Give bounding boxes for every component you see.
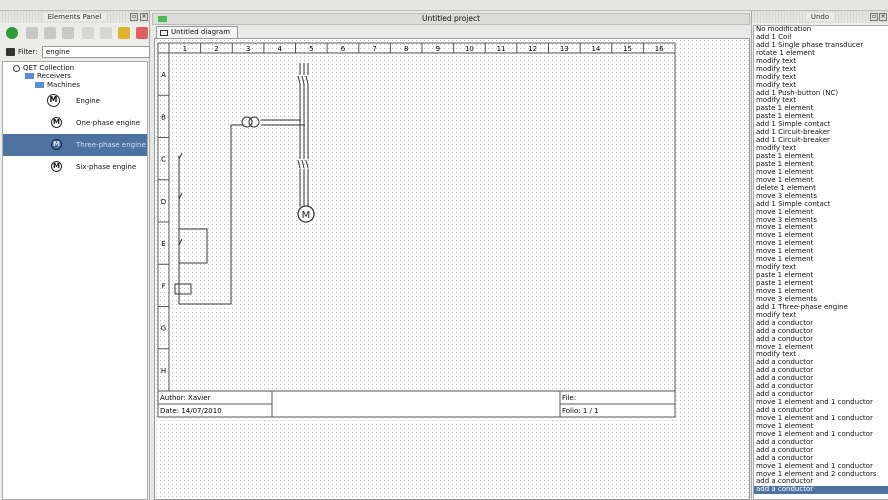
row-header: B [161, 113, 166, 121]
undo-list[interactable]: No modification add 1 Coil add 1 Single ph… [753, 25, 888, 500]
column-header: 4 [277, 45, 282, 53]
workspace: Untitled project Untitled diagram [*] 12… [152, 11, 750, 500]
engine-icon: M [47, 94, 60, 107]
filter-clear-icon[interactable] [6, 48, 15, 56]
six-phase-engine-icon: M [51, 161, 62, 172]
project-icon [158, 16, 167, 22]
column-header: 13 [560, 45, 569, 53]
undo-item[interactable]: add a conductor [754, 485, 888, 495]
column-header: 15 [623, 45, 632, 53]
file-field: File: [562, 394, 576, 402]
edit-element-icon[interactable] [118, 27, 130, 39]
undo-panel-header: Undo [752, 11, 888, 23]
tree-item-engine[interactable]: M Engine [3, 90, 147, 112]
column-header: 3 [246, 45, 250, 53]
motor-label: M [302, 210, 311, 221]
three-phase-engine-icon: M [51, 139, 62, 150]
import-element-icon[interactable] [100, 27, 112, 39]
column-header: 7 [372, 45, 376, 53]
diagram-canvas[interactable]: 1 2 3 4 5 6 7 8 9 10 11 12 13 14 15 16 A B C D E F G H M Author… [154, 38, 750, 500]
row-header: C [161, 156, 166, 164]
one-phase-engine-icon: M [51, 117, 62, 128]
author-field: Author: Xavier [160, 394, 211, 402]
column-header: 1 [183, 45, 187, 53]
column-header: 8 [404, 45, 408, 53]
column-header: 9 [436, 45, 440, 53]
column-header: 5 [309, 45, 313, 53]
elements-panel-header: Elements Panel [0, 11, 149, 23]
delete-category-icon[interactable] [62, 27, 74, 39]
date-field: Date: 14/07/2010 [160, 407, 222, 415]
close-panel-button[interactable]: × [879, 13, 887, 21]
collection-icon [13, 64, 20, 72]
elements-toolbar [4, 25, 148, 43]
tab-untitled-diagram[interactable]: Untitled diagram [*] [156, 26, 238, 47]
folder-icon [25, 73, 34, 79]
float-panel-button[interactable]: ▫ [870, 13, 878, 21]
row-header: H [161, 367, 166, 375]
row-header: G [161, 325, 166, 333]
filter-label: Filter: [18, 48, 38, 56]
undo-panel: Undo ▫ × No modification add 1 Coil add 1 … [751, 11, 888, 500]
elements-tree: QET Collection Receivers Machines M Engin… [2, 61, 148, 500]
row-header: E [161, 240, 165, 248]
tree-item-one-phase-engine[interactable]: M One-phase engine [3, 112, 147, 134]
tree-item-three-phase-engine[interactable]: M Three-phase engine [3, 134, 147, 156]
edit-category-icon[interactable] [44, 27, 56, 39]
row-header: A [161, 71, 166, 79]
filter-row: Filter: engine [4, 46, 150, 58]
column-header: 2 [214, 45, 218, 53]
tree-item-machines[interactable]: Machines [35, 81, 80, 89]
reload-icon[interactable] [6, 27, 18, 39]
column-header: 10 [465, 45, 474, 53]
tree-item-six-phase-engine[interactable]: M Six-phase engine [3, 156, 147, 178]
folder-icon [35, 82, 44, 88]
filter-input[interactable]: engine [42, 46, 150, 58]
column-header: 6 [341, 45, 346, 53]
column-header: 12 [528, 45, 537, 53]
column-header: 16 [655, 45, 664, 53]
diagram-icon [160, 30, 168, 36]
elements-panel: Elements Panel ▫ × Filter: engine QET Co… [0, 11, 150, 500]
column-header: 11 [497, 45, 506, 53]
diagram-sheet[interactable]: 1 2 3 4 5 6 7 8 9 10 11 12 13 14 15 16ABCDEFGH M Author… [155, 39, 750, 500]
tree-item-qet-collection[interactable]: QET Collection [13, 64, 74, 72]
new-category-icon[interactable] [26, 27, 38, 39]
folio-field: Folio: 1 / 1 [562, 407, 599, 415]
project-titlebar: Untitled project [152, 13, 750, 25]
column-header: 14 [591, 45, 600, 53]
tree-item-receivers[interactable]: Receivers [25, 72, 71, 80]
float-panel-button[interactable]: ▫ [130, 13, 138, 21]
row-header: F [161, 282, 165, 290]
new-element-icon[interactable] [82, 27, 94, 39]
row-header: D [161, 198, 166, 206]
delete-element-icon[interactable] [136, 27, 148, 39]
close-panel-button[interactable]: × [140, 13, 148, 21]
three-phase-engine[interactable]: M [297, 205, 315, 223]
main-toolbar [0, 0, 888, 11]
